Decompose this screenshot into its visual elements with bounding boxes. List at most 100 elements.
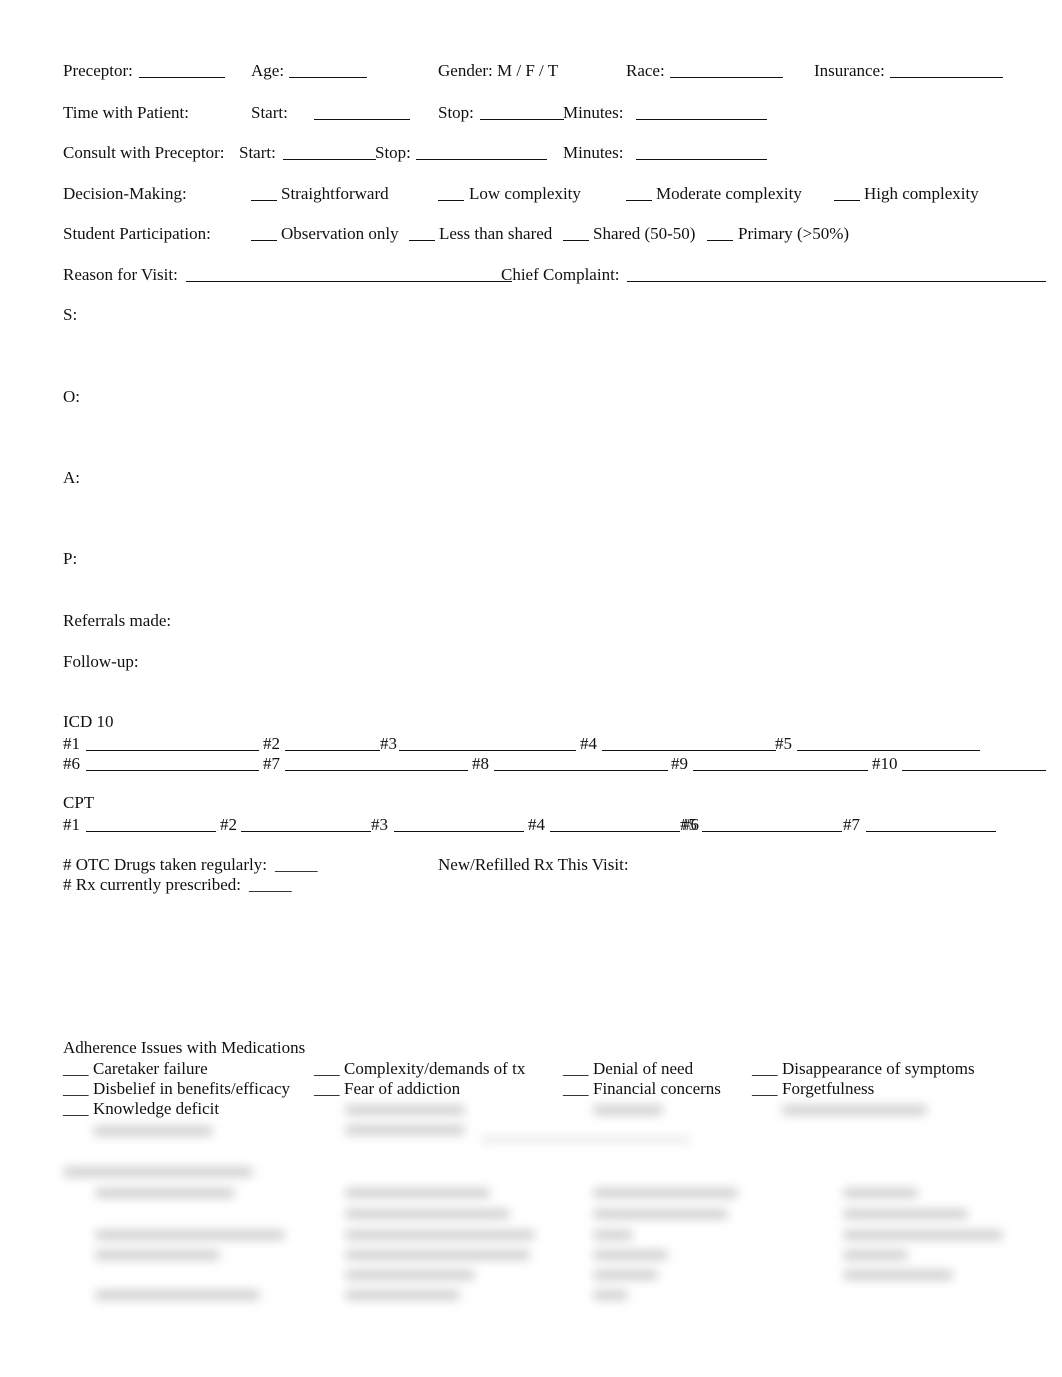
checkbox-blank[interactable]: ___ [63,1079,89,1099]
checkbox-blank[interactable] [563,240,589,241]
cpt-field[interactable] [866,831,996,832]
checkbox-blank[interactable]: ___ [63,1059,89,1079]
checkbox-blank[interactable]: ___ [314,1079,340,1099]
decision-option: Moderate complexity [656,184,802,203]
icd-label: #5 [775,734,792,753]
consult-stop-label: Stop: [375,143,411,162]
adherence-item: Forgetfulness [782,1079,875,1098]
cpt-label: #7 [843,815,860,834]
age-label: Age: [251,61,285,80]
icd-field[interactable] [494,770,668,771]
insurance-field[interactable] [890,77,1003,78]
cpt-label: #3 [371,815,388,834]
referrals-label: Referrals made: [63,611,172,630]
reason-label: Reason for Visit: [63,265,178,284]
adherence-item: Caretaker failure [93,1059,208,1078]
adherence-item: Financial concerns [593,1079,721,1098]
time-stop-label: Stop: [438,103,474,122]
rx-count-label: # Rx currently prescribed: [63,875,241,894]
chief-complaint-label: Chief Complaint: [501,265,620,284]
age-field[interactable] [289,77,367,78]
icd-label: #7 [263,754,280,773]
chief-complaint-field[interactable] [627,281,1046,282]
checkbox-blank[interactable]: ___ [563,1059,589,1079]
cpt-field[interactable] [702,831,842,832]
decision-option: Straightforward [281,184,389,203]
reason-field[interactable] [186,281,512,282]
cpt-label: #2 [220,815,237,834]
icd-field[interactable] [86,770,259,771]
decision-label: Decision-Making: [63,184,187,203]
consult-start-field[interactable] [283,159,376,160]
rx-count-field[interactable]: _____ [249,875,292,895]
race-field[interactable] [670,77,783,78]
soap-a-label: A: [63,468,80,487]
checkbox-blank[interactable]: ___ [752,1059,778,1079]
time-start-field[interactable] [314,119,410,120]
soap-p-label: P: [63,549,78,568]
preceptor-label: Preceptor: [63,61,133,80]
adherence-item: Disappearance of symptoms [782,1059,975,1078]
icd-field[interactable] [902,770,1046,771]
participation-option: Primary (>50%) [738,224,850,243]
adherence-item: Denial of need [593,1059,694,1078]
consult-stop-field[interactable] [416,159,547,160]
icd-label: #10 [872,754,898,773]
new-rx-label: New/Refilled Rx This Visit: [438,855,629,874]
soap-o-label: O: [63,387,80,406]
icd-label: #8 [472,754,489,773]
icd-field[interactable] [797,750,980,751]
checkbox-blank[interactable]: ___ [63,1099,89,1119]
participation-label: Student Participation: [63,224,211,243]
cpt-field[interactable] [241,831,371,832]
icd-label: #1 [63,734,80,753]
checkbox-blank[interactable] [834,200,860,201]
icd-label: #3 [380,734,399,754]
consult-start-label: Start: [239,143,276,162]
icd-field[interactable] [693,770,868,771]
race-label: Race: [626,61,665,80]
adherence-title: Adherence Issues with Medications [63,1038,306,1057]
icd-label: #9 [671,754,688,773]
time-minutes-field[interactable] [636,119,767,120]
checkbox-blank[interactable] [251,200,277,201]
checkbox-blank[interactable]: ___ [752,1079,778,1099]
checkbox-blank[interactable] [409,240,435,241]
checkbox-blank[interactable] [438,200,464,201]
checkbox-blank[interactable] [251,240,277,241]
icd-field[interactable] [285,750,576,751]
icd-field[interactable] [285,770,468,771]
adherence-item: Complexity/demands of tx [344,1059,526,1078]
time-label: Time with Patient: [63,103,189,122]
soap-s-label: S: [63,305,78,324]
gender-label: Gender: M / F / T [438,61,559,80]
icd-label: #4 [580,734,597,753]
icd-label: #6 [63,754,80,773]
time-stop-field[interactable] [480,119,564,120]
decision-option: Low complexity [469,184,581,203]
cpt-label: #1 [63,815,80,834]
adherence-item: Knowledge deficit [93,1099,220,1118]
cpt-field[interactable] [394,831,524,832]
consult-minutes-label: Minutes: [563,143,624,162]
checkbox-blank[interactable] [626,200,652,201]
checkbox-blank[interactable]: ___ [563,1079,589,1099]
participation-option: Less than shared [439,224,553,243]
cpt-field[interactable] [550,831,680,832]
participation-option: Observation only [281,224,399,243]
adherence-item: Disbelief in benefits/efficacy [93,1079,290,1098]
insurance-label: Insurance: [814,61,885,80]
consult-minutes-field[interactable] [636,159,767,160]
checkbox-blank[interactable]: ___ [314,1059,340,1079]
icd-field[interactable] [602,750,776,751]
cpt-field[interactable] [86,831,216,832]
clinical-note-form: Preceptor: Age: Gender: M / F / T Race: … [0,0,1062,1377]
otc-drugs-field[interactable]: _____ [275,855,318,875]
followup-label: Follow-up: [63,652,139,671]
preceptor-field[interactable] [139,77,225,78]
checkbox-blank[interactable] [707,240,733,241]
consult-label: Consult with Preceptor: [63,143,225,162]
participation-option: Shared (50-50) [593,224,696,243]
time-start-label: Start: [251,103,288,122]
icd-field[interactable] [86,750,259,751]
